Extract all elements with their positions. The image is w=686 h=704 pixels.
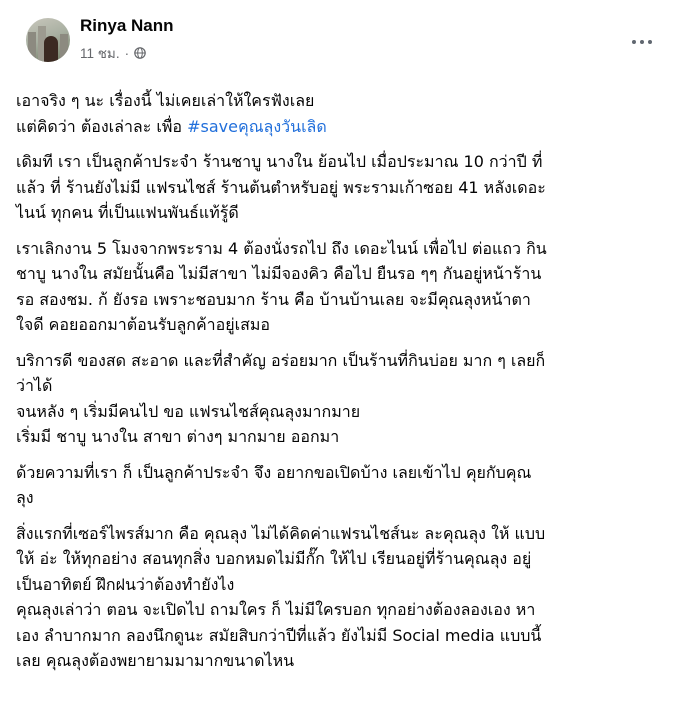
post-paragraph: สิ่งแรกที่เซอร์ไพรส์มาก คือ คุณลุง ไม่ได… — [16, 521, 660, 674]
post-text-line: เอง ลำบากมาก ลองนึกดูนะ สมัยสิบกว่าปีที่… — [16, 623, 660, 649]
post-text-line: ลุง — [16, 485, 660, 511]
author-name[interactable]: Rinya Nann — [80, 16, 174, 36]
line-text: คุณลุงเล่าว่า ตอน จะเปิดไป ถามใคร ก็ ไม่… — [16, 600, 536, 619]
post-text-line: คุณลุงเล่าว่า ตอน จะเปิดไป ถามใคร ก็ ไม่… — [16, 597, 660, 623]
post-text-line: เราเลิกงาน 5 โมงจากพระราม 4 ต้องนั่งรถไป… — [16, 236, 660, 262]
avatar[interactable] — [26, 18, 70, 62]
line-text: เอง ลำบากมาก ลองนึกดูนะ สมัยสิบกว่าปีที่… — [16, 625, 542, 645]
post-text-line: เป็นอาทิตย์ ฝึกฝนว่าต้องทำยังไง — [16, 572, 660, 598]
post-paragraph: ด้วยความที่เรา ก็ เป็นลูกค้าประจำ จึง อย… — [16, 460, 660, 511]
line-text: เป็นอาทิตย์ ฝึกฝนว่าต้องทำยังไง — [16, 574, 235, 594]
more-options-icon[interactable] — [624, 28, 660, 56]
post-body: เอาจริง ๆ นะ เรื่องนี้ ไม่เคยเล่าให้ใครฟ… — [16, 88, 670, 674]
post-text-line: เดิมที เรา เป็นลูกค้าประจำ ร้านชาบู นางใ… — [16, 149, 660, 175]
line-text: เราเลิกงาน 5 โมงจากพระราม 4 ต้องนั่งรถไป… — [16, 238, 547, 258]
post-paragraph: เอาจริง ๆ นะ เรื่องนี้ ไม่เคยเล่าให้ใครฟ… — [16, 88, 660, 139]
line-text: ลุง — [16, 488, 34, 507]
post-paragraph: บริการดี ของสด สะอาด และที่สำคัญ อร่อยมา… — [16, 348, 660, 450]
post-header: Rinya Nann 11 ชม. · — [16, 12, 670, 68]
line-text: สิ่งแรกที่เซอร์ไพรส์มาก คือ คุณลุง ไม่ได… — [16, 523, 546, 543]
post-text-line: ด้วยความที่เรา ก็ เป็นลูกค้าประจำ จึง อย… — [16, 460, 660, 486]
post-text-line: เอาจริง ๆ นะ เรื่องนี้ ไม่เคยเล่าให้ใครฟ… — [16, 88, 660, 114]
hashtag-link[interactable]: #saveคุณลุงวันเลิด — [187, 117, 327, 136]
post-paragraph: เราเลิกงาน 5 โมงจากพระราม 4 ต้องนั่งรถไป… — [16, 236, 660, 338]
post-text-line: ใจดี คอยออกมาต้อนรับลูกค้าอยู่เสมอ — [16, 312, 660, 338]
line-text: ด้วยความที่เรา ก็ เป็นลูกค้าประจำ จึง อย… — [16, 462, 532, 482]
post-text-line: ให้ อ่ะ ให้ทุกอย่าง สอนทุกสิ่ง บอกหมดไม่… — [16, 546, 660, 572]
line-text: ให้ อ่ะ ให้ทุกอย่าง สอนทุกสิ่ง บอกหมดไม่… — [16, 549, 532, 568]
separator-dot: · — [124, 45, 130, 61]
globe-icon[interactable] — [134, 47, 146, 59]
post-text-line: ไนน์ ทุกคน ที่เป็นแฟนพันธ์แท้รู้ดี — [16, 200, 660, 226]
post-subline: 11 ชม. · — [80, 42, 174, 64]
line-text: ใจดี คอยออกมาต้อนรับลูกค้าอยู่เสมอ — [16, 315, 271, 334]
line-text: ว่าได้ — [16, 376, 53, 395]
line-text: เริ่มมี ชาบู นางใน สาขา ต่างๆ มากมาย ออก… — [16, 427, 340, 446]
post-text-line: แล้ว ที่ ร้านยังไม่มี แฟรนไชส์ ร้านต้นตำ… — [16, 175, 660, 201]
line-text: ไนน์ ทุกคน ที่เป็นแฟนพันธ์แท้รู้ดี — [16, 203, 239, 222]
line-text: เลย คุณลุงต้องพยายามมามากขนาดไหน — [16, 651, 295, 670]
post-text-line: รอ สองชม. ก้ ยังรอ เพราะชอบมาก ร้าน คือ … — [16, 287, 660, 313]
post-text-line: บริการดี ของสด สะอาด และที่สำคัญ อร่อยมา… — [16, 348, 660, 374]
post-text-line: ชาบู นางใน สมัยนั้นคือ ไม่มีสาขา ไม่มีจอ… — [16, 261, 660, 287]
post-paragraph: เดิมที เรา เป็นลูกค้าประจำ ร้านชาบู นางใ… — [16, 149, 660, 226]
line-text: ชาบู นางใน สมัยนั้นคือ ไม่มีสาขา ไม่มีจอ… — [16, 264, 542, 283]
line-text: แล้ว ที่ ร้านยังไม่มี แฟรนไชส์ ร้านต้นตำ… — [16, 177, 546, 197]
post-text-line: จนหลัง ๆ เริ่มมีคนไป ขอ แฟรนไชส์คุณลุงมา… — [16, 399, 660, 425]
line-text: แต่คิดว่า ต้องเล่าละ เพื่อ — [16, 116, 188, 136]
timestamp[interactable]: 11 ชม. — [80, 42, 120, 64]
post-meta: Rinya Nann 11 ชม. · — [80, 16, 174, 64]
line-text: จนหลัง ๆ เริ่มมีคนไป ขอ แฟรนไชส์คุณลุงมา… — [16, 401, 361, 421]
post-text-line: ว่าได้ — [16, 373, 660, 399]
post-text-line: เลย คุณลุงต้องพยายามมามากขนาดไหน — [16, 648, 660, 674]
post-text-line: สิ่งแรกที่เซอร์ไพรส์มาก คือ คุณลุง ไม่ได… — [16, 521, 660, 547]
line-text: รอ สองชม. ก้ ยังรอ เพราะชอบมาก ร้าน คือ … — [16, 289, 531, 309]
post-text-line: แต่คิดว่า ต้องเล่าละ เพื่อ #saveคุณลุงวั… — [16, 114, 660, 140]
facebook-post: Rinya Nann 11 ชม. · เอาจริง ๆ นะ เรื่องน… — [0, 0, 686, 704]
line-text: เอาจริง ๆ นะ เรื่องนี้ ไม่เคยเล่าให้ใครฟ… — [16, 91, 315, 110]
line-text: เดิมที เรา เป็นลูกค้าประจำ ร้านชาบู นางใ… — [16, 152, 543, 171]
line-text: บริการดี ของสด สะอาด และที่สำคัญ อร่อยมา… — [16, 350, 546, 370]
post-text-line: เริ่มมี ชาบู นางใน สาขา ต่างๆ มากมาย ออก… — [16, 424, 660, 450]
